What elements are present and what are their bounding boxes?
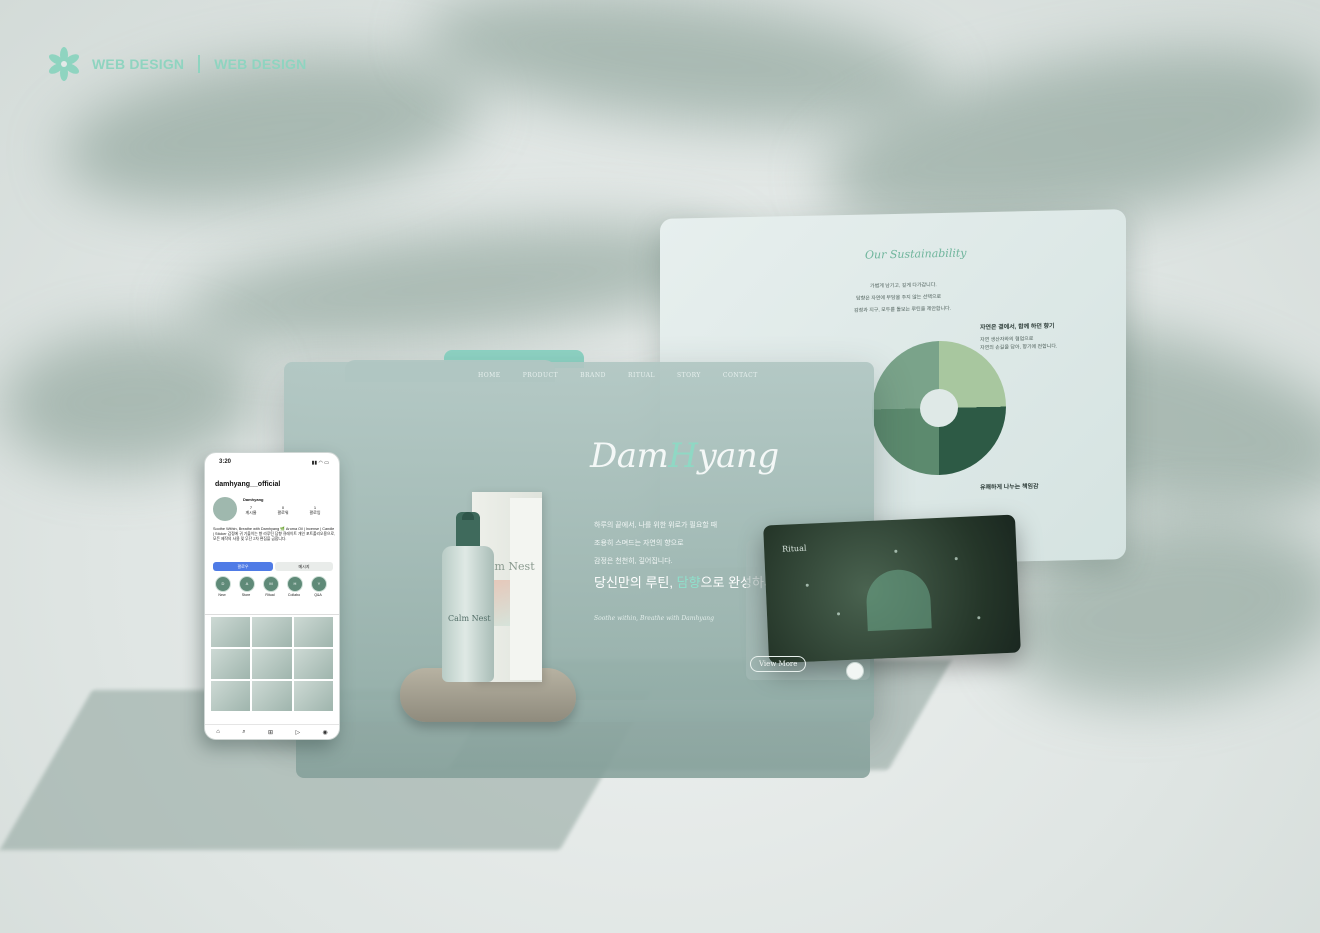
highlight-label: New: [218, 593, 226, 597]
hero-subline: Soothe within, Breathe with Damhyang: [594, 615, 714, 622]
post-thumbnail[interactable]: [293, 681, 333, 711]
panel-lower-strip: [296, 700, 870, 778]
highlight-collabo[interactable]: H: [287, 576, 303, 592]
nav-item-ritual[interactable]: RITUAL: [628, 372, 655, 379]
ritual-arch: [865, 568, 932, 632]
sustainability-section-heading: 유쾌하게 나누는 책임감: [980, 483, 1039, 492]
follow-button[interactable]: 팔로우: [213, 562, 273, 571]
phone-mockup: 3:20 ▮▮ ◠ ▭ damhyang__official Damhyang …: [204, 452, 340, 740]
highlight-new[interactable]: D: [215, 576, 231, 592]
nav-item-contact[interactable]: CONTACT: [723, 372, 758, 379]
sustainability-image-disc: [872, 339, 1006, 477]
hero-copy-line: 감정은 천천히, 깊어집니다.: [594, 558, 673, 565]
post-thumbnail[interactable]: [252, 617, 292, 647]
scroll-top-button[interactable]: [846, 662, 864, 680]
post-grid: [211, 617, 333, 711]
logo-text-part2: yang: [697, 436, 779, 476]
highlight-qna[interactable]: Y: [311, 576, 327, 592]
post-thumbnail[interactable]: [293, 649, 333, 679]
post-thumbnail[interactable]: [252, 649, 292, 679]
dew-drop: [977, 616, 981, 620]
phone-bottom-nav: ⌂ ⌕ ⊞ ▷ ◉: [205, 724, 339, 739]
highlight-label: Collabo: [287, 593, 301, 597]
hero-headline-accent: 담향: [676, 575, 701, 590]
post-thumbnail[interactable]: [211, 649, 251, 679]
sustainability-section-line: 자연의 손길을 담아, 향기에 전합니다.: [980, 343, 1058, 352]
dew-drop: [954, 557, 958, 561]
add-post-icon[interactable]: ⊞: [268, 729, 273, 736]
highlight-label: Ritual: [265, 593, 275, 597]
profile-display-name: Damhyang: [243, 497, 264, 502]
profile-username: damhyang__official: [215, 481, 281, 488]
post-thumbnail[interactable]: [211, 681, 251, 711]
stat-label: 팔로워: [277, 510, 289, 515]
signal-wifi-battery-icon: ▮▮ ◠ ▭: [311, 460, 329, 466]
phone-time: 3:20: [219, 459, 232, 465]
highlight-label: Store: [241, 593, 251, 597]
flower-logo-icon: [48, 47, 80, 81]
sustainability-intro-line: 감정과 지구, 모두를 돌보는 루틴을 제안합니다.: [854, 305, 952, 314]
stat-following[interactable]: 1 팔로잉: [305, 505, 325, 516]
view-more-button[interactable]: View More: [750, 656, 807, 672]
ritual-title: Ritual: [781, 543, 807, 554]
logo-text-h: H: [668, 436, 698, 476]
highlight-ritual[interactable]: M: [263, 576, 279, 592]
header-label-1: WEB DESIGN: [92, 56, 185, 72]
sustainability-intro-line: 가볍게 남기고, 깊게 다가갑니다.: [870, 282, 937, 290]
post-thumbnail[interactable]: [252, 681, 292, 711]
header-divider: [198, 55, 201, 73]
dew-drop: [894, 549, 898, 553]
post-thumbnail[interactable]: [211, 617, 251, 647]
profile-icon[interactable]: ◉: [322, 729, 327, 736]
hero-copy-line: 조용히 스며드는 자연의 향으로: [594, 540, 684, 547]
main-nav: HOME PRODUCT BRAND RITUAL STORY CONTACT: [478, 372, 758, 379]
logo-text-part1: Dam: [590, 436, 669, 476]
bottle-label: Calm Nest: [448, 614, 491, 623]
sustainability-section-line: 자연 생산자와의 협업으로: [980, 336, 1034, 344]
stat-posts[interactable]: 7 게시물: [241, 505, 261, 516]
damhyang-logo: DamHyang: [590, 436, 779, 476]
nav-item-home[interactable]: HOME: [478, 372, 501, 379]
home-icon[interactable]: ⌂: [216, 729, 220, 735]
profile-bio: Soothe Within, Breathe with Damhyang 🌿 A…: [213, 527, 336, 541]
dew-drop: [836, 612, 841, 616]
stat-label: 게시물: [245, 510, 257, 515]
bottle-dropper-cap: [462, 512, 474, 520]
stat-label: 팔로잉: [309, 510, 321, 515]
nav-item-story[interactable]: STORY: [677, 372, 701, 379]
nav-item-brand[interactable]: BRAND: [580, 372, 606, 379]
hero-copy-line: 하루의 끝에서, 나를 위한 위로가 필요할 때: [594, 522, 718, 529]
stat-followers[interactable]: 0 팔로워: [273, 505, 293, 516]
sustainability-intro-line: 담향은 자연에 부담을 주지 않는 선택으로: [856, 293, 942, 302]
hero-headline-a: 당신만의 루틴,: [594, 575, 677, 590]
header-label-2: WEB DESIGN: [214, 56, 307, 72]
reels-icon[interactable]: ▷: [295, 729, 300, 736]
product-box-side: [510, 498, 542, 680]
profile-tabs[interactable]: [205, 604, 339, 615]
search-icon[interactable]: ⌕: [242, 729, 245, 736]
post-thumbnail[interactable]: [293, 617, 333, 647]
brand-header: WEB DESIGN WEB DESIGN: [46, 46, 306, 82]
sustainability-title: Our Sustainability: [865, 246, 967, 262]
highlight-store[interactable]: A: [239, 576, 255, 592]
nav-item-product[interactable]: PRODUCT: [523, 372, 558, 379]
message-button[interactable]: 메시지: [275, 562, 333, 571]
dew-drop: [805, 583, 809, 587]
avatar[interactable]: [213, 497, 237, 521]
highlight-label: Q&A: [314, 593, 322, 597]
ritual-card: Ritual: [763, 514, 1021, 664]
sustainability-section-heading: 자연은 곁에서, 함께 하던 향기: [980, 323, 1055, 332]
